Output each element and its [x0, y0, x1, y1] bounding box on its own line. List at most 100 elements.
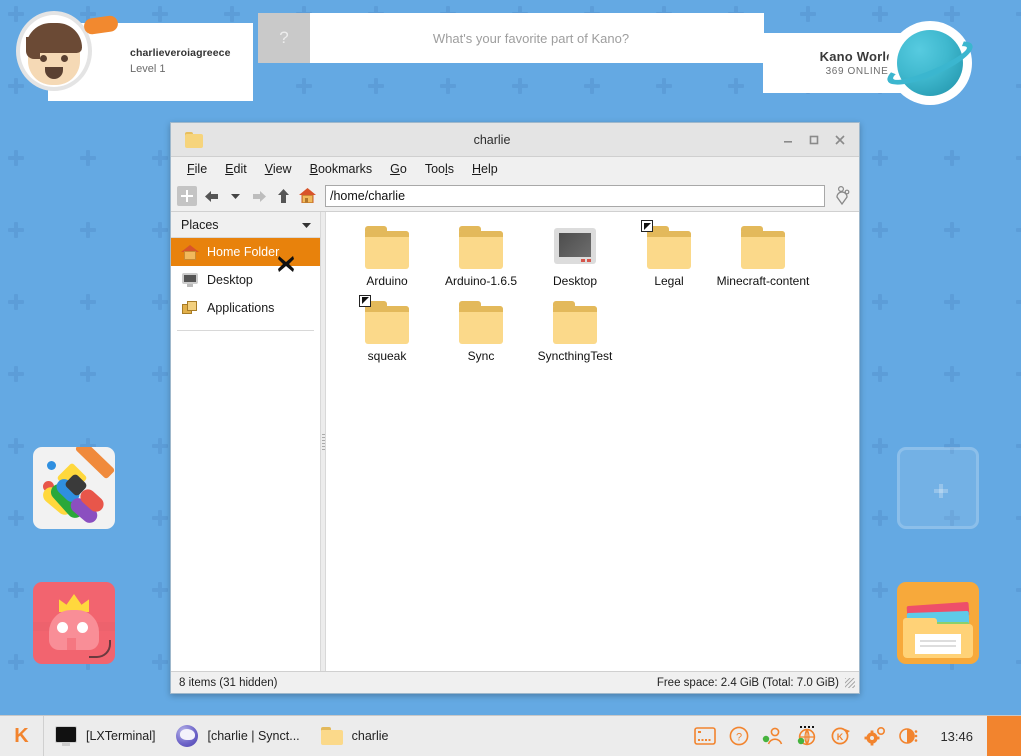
kano-world-online-count: 369 ONLINE: [825, 66, 889, 77]
file-label: squeak: [367, 348, 407, 363]
question-prompt: What's your favorite part of Kano?: [432, 30, 630, 46]
path-input[interactable]: /home/charlie: [325, 185, 825, 207]
maximize-button[interactable]: [801, 127, 827, 153]
sidebar-item-home-folder[interactable]: Home Folder: [171, 238, 320, 266]
monitor-icon: [181, 271, 199, 289]
taskbar-item-lxterminal[interactable]: [LXTerminal]: [44, 716, 165, 756]
planet-icon: [882, 21, 978, 105]
wallpaper-plus: [80, 150, 96, 166]
window-folder-icon: [185, 131, 203, 149]
terminal-icon: [54, 725, 78, 747]
question-widget[interactable]: ? What's your favorite part of Kano?: [258, 13, 764, 63]
folder-icon: [457, 300, 505, 345]
wallpaper-plus: [152, 366, 168, 382]
symlink-badge-icon: [641, 220, 653, 232]
up-icon[interactable]: [273, 186, 293, 206]
window-titlebar[interactable]: charlie: [171, 123, 859, 157]
kano-updater-tray-icon[interactable]: K: [830, 725, 852, 747]
places-header[interactable]: Places: [171, 212, 320, 238]
help-tray-icon[interactable]: ?: [728, 725, 750, 747]
new-tab-icon[interactable]: [177, 186, 197, 206]
settings-tray-icon[interactable]: [864, 725, 886, 747]
syncthing-icon: [175, 725, 199, 747]
wallpaper-plus: [944, 366, 960, 382]
kano-world-widget[interactable]: Kano World 369 ONLINE: [763, 21, 978, 105]
home-icon[interactable]: [297, 186, 317, 206]
sidebar-divider: [177, 330, 314, 331]
forward-icon[interactable]: [249, 186, 269, 206]
taskbar-item-charlie[interactable]: charlie: [310, 716, 399, 756]
profile-widget[interactable]: charlieveroiagreece Level 1: [16, 11, 253, 101]
menu-view[interactable]: View: [257, 160, 300, 178]
file-manager-window[interactable]: charlie File Edit View Bookmarks Go Tool…: [170, 122, 860, 694]
file-item-squeak[interactable]: squeak: [340, 294, 434, 364]
wallpaper-plus: [872, 150, 888, 166]
kano-world-title: Kano World: [819, 49, 895, 64]
menu-file[interactable]: File: [179, 160, 215, 178]
applications-icon: [181, 299, 199, 317]
menu-go[interactable]: Go: [382, 160, 415, 178]
resize-grip[interactable]: [845, 677, 855, 688]
wallpaper-plus: [8, 654, 24, 670]
start-button[interactable]: K: [0, 715, 44, 756]
wallpaper-plus: [944, 222, 960, 238]
desktop-folder-icon: [551, 226, 599, 270]
menu-tools[interactable]: Tools: [417, 160, 462, 178]
menu-edit[interactable]: Edit: [217, 160, 255, 178]
files-app-icon[interactable]: [897, 582, 979, 664]
system-tray[interactable]: ? K 13:46: [694, 716, 987, 756]
user-status-tray-icon[interactable]: [762, 725, 784, 747]
wallpaper-plus: [8, 438, 24, 454]
wallpaper-plus: [944, 294, 960, 310]
taskbar-item-label: [LXTerminal]: [86, 729, 156, 743]
file-item-desktop[interactable]: Desktop: [528, 226, 622, 289]
menu-help[interactable]: Help: [464, 160, 506, 178]
toolbar[interactable]: /home/charlie: [171, 181, 859, 211]
file-list-area[interactable]: Arduino Arduino-1.6.5 Desktop Legal Mine…: [326, 212, 859, 671]
paint-app-icon[interactable]: [33, 447, 115, 529]
menu-bar[interactable]: File Edit View Bookmarks Go Tools Help: [171, 157, 859, 181]
wallpaper-plus: [8, 150, 24, 166]
folder-icon: [320, 725, 344, 747]
wallpaper-plus: [80, 294, 96, 310]
empty-app-slot[interactable]: [897, 447, 979, 529]
minimize-button[interactable]: [775, 127, 801, 153]
chevron-down-icon[interactable]: [301, 218, 312, 232]
sidebar-item-label: Desktop: [207, 273, 253, 287]
taskbar-item-syncthing[interactable]: [charlie | Synct...: [165, 716, 309, 756]
wallpaper-plus: [8, 366, 24, 382]
view-options-icon[interactable]: [833, 185, 853, 206]
wallpaper-plus: [152, 294, 168, 310]
network-tray-icon[interactable]: [796, 725, 818, 747]
file-item-sync[interactable]: Sync: [434, 300, 528, 364]
brightness-tray-icon[interactable]: [898, 725, 920, 747]
clock[interactable]: 13:46: [932, 729, 981, 744]
history-dropdown-icon[interactable]: [225, 186, 245, 206]
window-body: Places Home Folder Desktop Applications: [171, 211, 859, 671]
back-icon[interactable]: [201, 186, 221, 206]
snake-app-icon[interactable]: [33, 582, 115, 664]
file-label: SyncthingTest: [537, 348, 613, 363]
places-header-label: Places: [181, 217, 219, 232]
taskbar[interactable]: K [LXTerminal] [charlie | Synct... charl…: [0, 715, 1021, 756]
close-button[interactable]: [827, 127, 853, 153]
wallpaper-plus: [80, 222, 96, 238]
file-item-arduino[interactable]: Arduino: [340, 226, 434, 289]
file-item-syncthingtest[interactable]: SyncthingTest: [528, 300, 622, 364]
file-item-legal[interactable]: Legal: [622, 220, 716, 289]
file-label: Minecraft-content: [716, 274, 810, 288]
terminal-tray-icon[interactable]: [694, 725, 717, 747]
svg-text:?: ?: [736, 732, 742, 744]
wallpaper-plus: [80, 366, 96, 382]
wallpaper-plus: [152, 510, 168, 526]
file-item-arduino-165[interactable]: Arduino-1.6.5: [434, 226, 528, 289]
wallpaper-plus: [1016, 654, 1021, 670]
taskbar-item-label: [charlie | Synct...: [207, 729, 300, 743]
profile-username: charlieveroiagreece: [130, 47, 231, 60]
file-item-minecraft-content[interactable]: Minecraft-content: [716, 226, 810, 289]
menu-bookmarks[interactable]: Bookmarks: [302, 160, 381, 178]
places-sidebar[interactable]: Places Home Folder Desktop Applications: [171, 212, 321, 671]
sidebar-item-applications[interactable]: Applications: [171, 294, 320, 322]
sidebar-item-desktop[interactable]: Desktop: [171, 266, 320, 294]
svg-text:K: K: [837, 732, 844, 742]
